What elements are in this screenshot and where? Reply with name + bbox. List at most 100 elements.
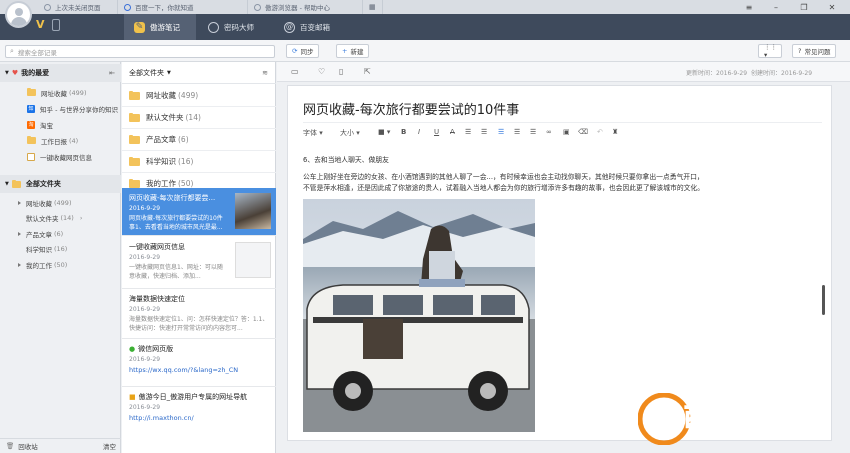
folder-item-science[interactable]: 科学知识 (16): [0, 241, 121, 256]
collapse-icon[interactable]: ⇤: [109, 69, 115, 77]
tab-passwords[interactable]: 密码大师: [198, 14, 270, 40]
restore-icon: ❐: [800, 2, 808, 12]
note-title[interactable]: 网页收藏-每次旅行都要尝试的10件事: [303, 99, 519, 118]
phone-icon[interactable]: [52, 19, 60, 31]
vip-icon[interactable]: V: [36, 18, 52, 34]
note-item-selected[interactable]: 网页收藏-每次旅行都要尝... 2016-9-29 网页收藏-每次旅行都要尝试的…: [122, 188, 276, 236]
help-button[interactable]: ? 常见问题: [792, 44, 837, 58]
note-actions-bar: ▭ ♡ ▯ ⇱ 更新时间：2016-9-29 创建时间：2016-9-29: [277, 62, 850, 82]
zhihu-icon: 知: [27, 104, 35, 113]
align-left-icon[interactable]: ☰: [498, 128, 504, 136]
minimize-icon: –: [774, 2, 778, 12]
search-input[interactable]: ⌕ 搜索全部记录: [5, 45, 275, 58]
maximize-button[interactable]: ❐: [792, 0, 816, 14]
list-folder-products[interactable]: 产品文章 (6): [122, 129, 276, 151]
folder-item-products[interactable]: 产品文章 (6): [0, 226, 121, 241]
recycle-bin[interactable]: 🗑 回收站 清空: [0, 438, 121, 453]
close-button[interactable]: ✕: [820, 0, 844, 14]
strikethrough-icon[interactable]: A: [450, 128, 455, 136]
fav-item-urls[interactable]: 网址收藏 (499): [0, 85, 121, 100]
chevron-down-icon: ▼: [5, 70, 9, 76]
grid-icon: ▦: [369, 3, 376, 11]
underline-icon[interactable]: U: [434, 128, 439, 136]
fav-item-daily[interactable]: 工作日报 (4): [0, 133, 121, 148]
clear-button[interactable]: 清空: [103, 441, 116, 451]
list-folder-default[interactable]: 默认文件夹 (14): [122, 107, 276, 129]
watermark-sub: CR173.COM: [748, 431, 807, 441]
browser-tab-baidu[interactable]: 百度一下，你就知道: [118, 0, 248, 14]
align-right-icon[interactable]: ☰: [530, 128, 536, 136]
tab-grid-button[interactable]: ▦: [363, 0, 383, 14]
italic-icon[interactable]: I: [418, 128, 420, 136]
size-select[interactable]: 大小 ▾: [340, 128, 360, 138]
note-item[interactable]: 海量数据快速定位 2016-9-29 海量数据快速定位1、问：怎样快速定位？答：…: [122, 289, 276, 339]
bold-icon[interactable]: B: [401, 128, 406, 136]
heart-icon[interactable]: ♡: [318, 67, 325, 76]
menu-button[interactable]: ≡: [737, 0, 761, 14]
menu-icon: ≡: [745, 2, 753, 12]
note-icon: [27, 152, 35, 161]
note-heading[interactable]: 6、去和当地人聊天、做朋友: [303, 155, 389, 166]
folder-item-urls[interactable]: 网址收藏 (499): [0, 195, 121, 210]
layers-icon[interactable]: ≋: [262, 69, 268, 77]
note-photo[interactable]: [303, 199, 535, 432]
all-folders-header[interactable]: ▼ 全部文件夹: [0, 175, 121, 193]
folder-item-default[interactable]: 默认文件夹 (14) ›: [0, 210, 121, 225]
image-icon[interactable]: ▣: [563, 128, 570, 136]
note-paragraph-line[interactable]: 公车上刚好坐在旁边的女孩、在小酒馆遇到的其他人聊了一会...，有时候幸运也会主动…: [303, 172, 704, 183]
chevron-down-icon: ▼: [167, 69, 171, 76]
fav-item-clip[interactable]: 一键收藏网页信息: [0, 149, 121, 164]
font-select[interactable]: 字体 ▾: [303, 128, 323, 138]
note-item[interactable]: ● 微信网页版 2016-9-29 https://wx.qq.com/?&lan…: [122, 339, 276, 387]
note-icon: ✎: [134, 21, 145, 33]
fav-item-taobao[interactable]: 淘淘宝: [0, 117, 121, 132]
list-folder-science[interactable]: 科学知识 (16): [122, 151, 276, 173]
tab-notes[interactable]: ✎ 傲游笔记: [124, 14, 196, 40]
sync-button[interactable]: ⟳ 同步: [286, 44, 320, 58]
note-thumbnail: [235, 193, 271, 229]
note-item[interactable]: ■ 傲游今日_傲游用户专属的网址导航 2016-9-29 http://i.max…: [122, 387, 276, 437]
avatar[interactable]: [5, 1, 32, 28]
sync-icon: ⟳: [292, 47, 298, 55]
browser-tab-strip: 上次未关闭页面 百度一下，你就知道 傲游浏览器 - 帮助中心 ▦ ≡ – ❐ ✕: [0, 0, 850, 14]
folder-icon: [11, 179, 21, 188]
note-thumbnail: [235, 242, 271, 278]
new-note-button[interactable]: + 新建: [336, 44, 370, 58]
fingerprint-icon: [208, 21, 219, 33]
scrollbar[interactable]: [822, 285, 825, 315]
fav-item-zhihu[interactable]: 知知乎 - 与世界分享你的知识: [0, 101, 121, 116]
folder-move-icon[interactable]: ▭: [291, 67, 299, 76]
align-center-icon[interactable]: ☰: [514, 128, 520, 136]
caret-right-icon: [18, 200, 21, 205]
note-list-header[interactable]: 全部文件夹 ▼ ≋: [122, 62, 276, 84]
note-item[interactable]: 一键收藏网页信息 2016-9-29 一键收藏网页信息1、网址：可以随意收藏，快…: [122, 237, 276, 289]
folder-icon: [27, 88, 36, 96]
browser-tab-restore[interactable]: 上次未关闭页面: [38, 0, 118, 14]
close-icon: ✕: [828, 2, 836, 12]
watermark-logo: 西西软件园 CR173.COM: [638, 393, 807, 445]
ordered-list-icon[interactable]: ☰: [465, 128, 471, 136]
minimize-button[interactable]: –: [764, 0, 788, 14]
browser-tab-help[interactable]: 傲游浏览器 - 帮助中心: [248, 0, 363, 14]
wechat-icon: ●: [129, 345, 136, 353]
chevron-down-icon: ▼: [5, 181, 9, 187]
globe-icon: [254, 3, 261, 11]
bullet-list-icon[interactable]: ☰: [481, 128, 487, 136]
paint-brush-icon[interactable]: ♜: [612, 128, 618, 136]
color-picker[interactable]: ■ ▾: [378, 128, 390, 136]
search-icon: ⌕: [10, 47, 14, 55]
tab-mail[interactable]: @ 百变邮箱: [276, 14, 348, 40]
list-folder-urls[interactable]: 网址收藏 (499): [122, 85, 276, 107]
note-paragraph-line[interactable]: 不管是萍水相逢，还是因此成了你旅途的贵人，试着融入当地人都会为你的旅行增添许多有…: [303, 183, 704, 194]
taobao-icon: 淘: [27, 120, 35, 129]
folder-item-work[interactable]: 我的工作 (50): [0, 257, 121, 272]
view-mode-button[interactable]: ⋮⋮ ▾: [758, 43, 782, 59]
undo-icon[interactable]: ↶: [597, 128, 603, 136]
share-icon[interactable]: ⇱: [364, 67, 371, 76]
folder-icon: [27, 136, 36, 144]
trash-icon[interactable]: ▯: [339, 67, 343, 76]
clear-format-icon[interactable]: ⌫: [578, 128, 588, 136]
link-icon[interactable]: ∞: [546, 128, 552, 136]
favorites-header[interactable]: ▼ ♥ 我的最爱 ⇤: [0, 64, 121, 82]
at-icon: @: [284, 21, 295, 33]
